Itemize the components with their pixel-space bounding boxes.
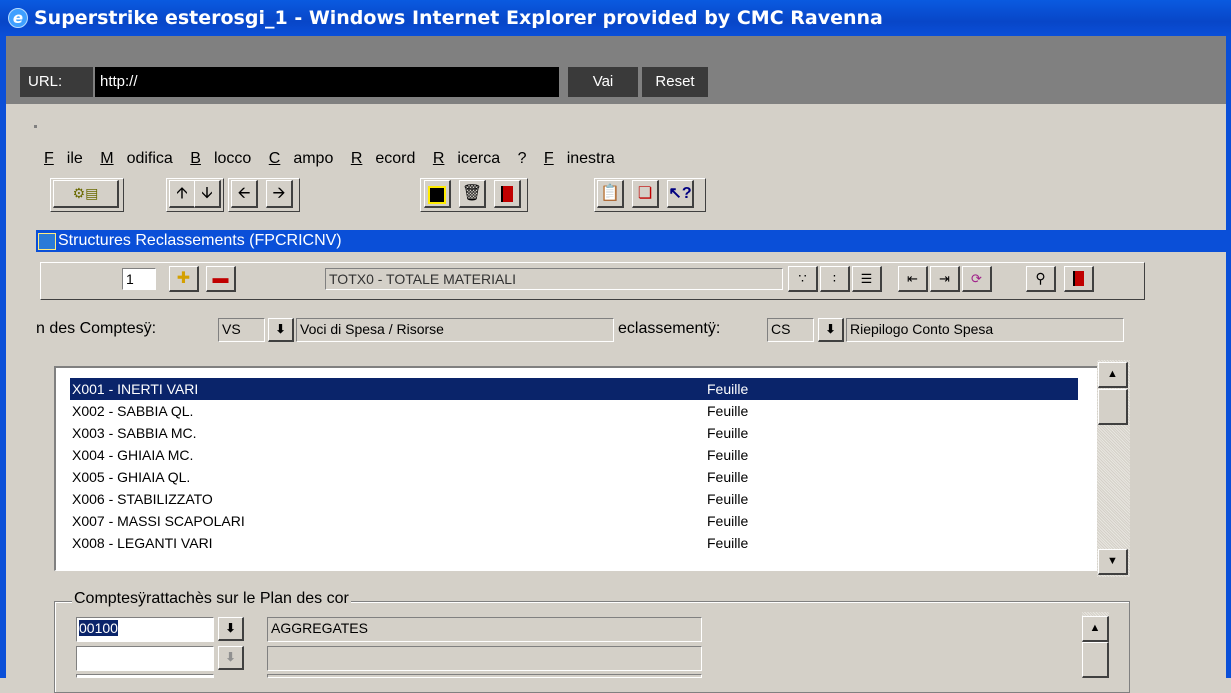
move-right-icon[interactable]: ⇥ bbox=[930, 266, 960, 292]
menu-file[interactable]: File bbox=[44, 150, 83, 167]
reclass-dropdown-button[interactable]: ⬇ bbox=[818, 318, 844, 342]
scroll-up-icon[interactable]: ▲ bbox=[1098, 362, 1128, 388]
list-item[interactable]: X007 - MASSI SCAPOLARI Feuille bbox=[70, 510, 1078, 532]
list-item-code: X008 - LEGANTI VARI bbox=[72, 535, 213, 551]
list-item[interactable]: X004 - GHIAIA MC. Feuille bbox=[70, 444, 1078, 466]
account-code-field[interactable] bbox=[76, 646, 214, 671]
list-item[interactable]: X008 - LEGANTI VARI Feuille bbox=[70, 532, 1078, 554]
reset-button[interactable]: Reset bbox=[642, 67, 708, 97]
scroll-thumb[interactable] bbox=[1098, 389, 1128, 425]
reclass-desc-field: Riepilogo Conto Spesa bbox=[846, 318, 1124, 342]
url-input[interactable]: http:// bbox=[95, 67, 559, 97]
copy-icon[interactable]: ❏ bbox=[632, 180, 659, 208]
menu-bar: File Modifica Blocco Campo Record Ricerc… bbox=[44, 150, 628, 168]
scroll-thumb[interactable] bbox=[1082, 642, 1109, 678]
arrow-up-icon[interactable]: 🡩 bbox=[169, 180, 196, 208]
scroll-up-icon[interactable]: ▲ bbox=[1082, 616, 1109, 642]
list-item-type: Feuille bbox=[707, 469, 749, 485]
exit-icon[interactable] bbox=[494, 180, 521, 208]
tree-collapse-icon[interactable]: ∶ bbox=[820, 266, 850, 292]
menu-help[interactable]: ? bbox=[518, 150, 527, 167]
list-item-type: Feuille bbox=[707, 381, 749, 397]
account-code-text: 00100 bbox=[79, 620, 118, 636]
go-button[interactable]: Vai bbox=[568, 67, 638, 97]
arrow-down-icon[interactable]: 🡫 bbox=[194, 180, 221, 208]
refresh-icon[interactable]: ⟳ bbox=[962, 266, 992, 292]
search-icon[interactable]: ⚲ bbox=[1026, 266, 1056, 292]
menu-ricerca[interactable]: Ricerca bbox=[433, 150, 500, 167]
record-number-field[interactable]: 1 bbox=[122, 268, 156, 290]
arrow-right-icon[interactable]: 🡪 bbox=[266, 180, 293, 208]
list-item-type: Feuille bbox=[707, 535, 749, 551]
list-item[interactable]: X005 - GHIAIA QL. Feuille bbox=[70, 466, 1078, 488]
reclass-label: eclassementÿ: bbox=[618, 320, 721, 337]
remove-node-icon[interactable]: ▬ bbox=[206, 266, 236, 292]
close-form-icon[interactable] bbox=[1064, 266, 1094, 292]
enter-query-icon[interactable]: ⚙▤ bbox=[53, 180, 119, 208]
list-item-code: X007 - MASSI SCAPOLARI bbox=[72, 513, 245, 529]
form-title: Structures Reclassements (FPCRICNV) bbox=[58, 232, 342, 249]
arrow-left-icon[interactable]: 🡨 bbox=[231, 180, 258, 208]
list-item-type: Feuille bbox=[707, 425, 749, 441]
list-item-code: X003 - SABBIA MC. bbox=[72, 425, 197, 441]
tree-list[interactable]: X001 - INERTI VARI Feuille X002 - SABBIA … bbox=[54, 366, 1130, 571]
account-dropdown-button[interactable]: ⬇ bbox=[218, 646, 244, 670]
move-left-icon[interactable]: ⇤ bbox=[898, 266, 928, 292]
list-item[interactable]: X002 - SABBIA QL. Feuille bbox=[70, 400, 1078, 422]
add-node-icon[interactable]: ✚ bbox=[169, 266, 199, 292]
account-dropdown-button[interactable]: ⬇ bbox=[218, 617, 244, 641]
list-item-type: Feuille bbox=[707, 491, 749, 507]
list-item-type: Feuille bbox=[707, 447, 749, 463]
plan-label: n des Comptesÿ: bbox=[36, 320, 157, 337]
account-code-field[interactable] bbox=[76, 674, 214, 678]
save-icon[interactable] bbox=[424, 180, 451, 208]
help-icon[interactable]: ↖? bbox=[667, 180, 694, 208]
list-item-code: X002 - SABBIA QL. bbox=[72, 403, 194, 419]
list-item-code: X005 - GHIAIA QL. bbox=[72, 469, 191, 485]
scroll-down-icon[interactable]: ▼ bbox=[1098, 549, 1128, 575]
form-title-bar: Structures Reclassements (FPCRICNV) bbox=[36, 230, 1231, 252]
account-desc-field bbox=[267, 674, 702, 678]
window-title-bar[interactable]: e Superstrike esterosgi_1 - Windows Inte… bbox=[0, 0, 1231, 36]
url-label: URL: bbox=[20, 67, 93, 97]
tree-expand-icon[interactable]: ∵ bbox=[788, 266, 818, 292]
list-item[interactable]: X006 - STABILIZZATO Feuille bbox=[70, 488, 1078, 510]
menu-finestra[interactable]: Finestra bbox=[544, 150, 615, 167]
dot-divider bbox=[34, 125, 37, 128]
clipboard-icon[interactable]: 📋 bbox=[597, 180, 624, 208]
menu-modifica[interactable]: Modifica bbox=[100, 150, 173, 167]
ie-logo-icon: e bbox=[8, 8, 28, 28]
window-title: Superstrike esterosgi_1 - Windows Intern… bbox=[34, 7, 883, 29]
plan-code-field[interactable]: VS bbox=[218, 318, 265, 342]
account-desc-field: AGGREGATES bbox=[267, 617, 702, 642]
list-item-code: X006 - STABILIZZATO bbox=[72, 491, 213, 507]
plan-desc-field: Voci di Spesa / Risorse bbox=[296, 318, 614, 342]
menu-blocco[interactable]: Blocco bbox=[190, 150, 251, 167]
list-item-code: X001 - INERTI VARI bbox=[72, 381, 199, 397]
window-right-border bbox=[1226, 36, 1231, 678]
current-node-field[interactable]: TOTX0 - TOTALE MATERIALI bbox=[325, 268, 783, 290]
accounts-group-title: Comptesÿrattachès sur le Plan des cor bbox=[72, 590, 351, 608]
form-icon bbox=[38, 233, 56, 250]
menu-record[interactable]: Record bbox=[351, 150, 416, 167]
list-item[interactable]: X003 - SABBIA MC. Feuille bbox=[70, 422, 1078, 444]
account-desc-field bbox=[267, 646, 702, 671]
account-code-field[interactable]: 00100 bbox=[76, 617, 214, 642]
list-item-type: Feuille bbox=[707, 513, 749, 529]
plan-dropdown-button[interactable]: ⬇ bbox=[268, 318, 294, 342]
list-item-type: Feuille bbox=[707, 403, 749, 419]
delete-icon[interactable]: 🗑 bbox=[459, 180, 486, 208]
list-item[interactable]: X001 - INERTI VARI Feuille bbox=[70, 378, 1078, 400]
reclass-code-field[interactable]: CS bbox=[767, 318, 814, 342]
menu-campo[interactable]: Campo bbox=[269, 150, 334, 167]
list-icon[interactable]: ☰ bbox=[852, 266, 882, 292]
list-item-code: X004 - GHIAIA MC. bbox=[72, 447, 194, 463]
